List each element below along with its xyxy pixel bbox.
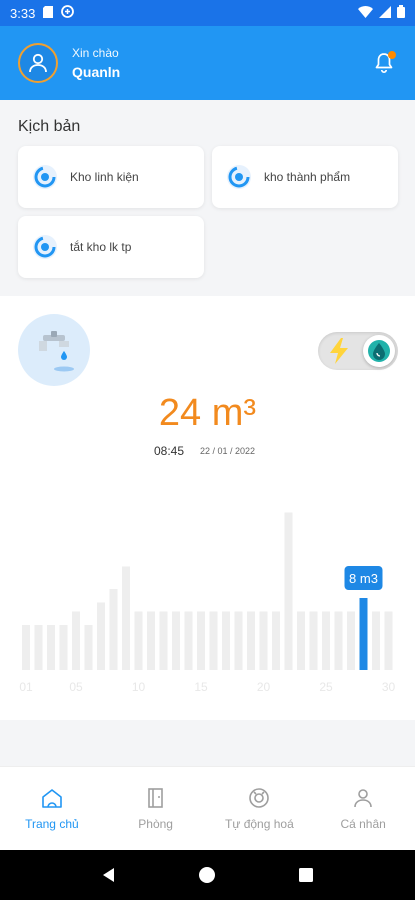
nav-item-profile[interactable]: Cá nhân (311, 767, 415, 850)
chart-bar-07[interactable] (97, 602, 105, 671)
chart-bar-03[interactable] (47, 625, 55, 670)
home-circle-icon[interactable] (198, 866, 216, 884)
chart-bar-04[interactable] (59, 625, 68, 670)
chart-bar-06[interactable] (84, 625, 93, 670)
chart-tick-label: 25 (319, 680, 333, 694)
automation-icon (249, 788, 270, 808)
bottom-navigation: Trang chủ Phòng Tự động hoá Cá nhân (0, 766, 415, 850)
recents-icon[interactable] (297, 866, 315, 884)
chart-bar-08[interactable] (109, 589, 118, 670)
home-icon (42, 789, 62, 808)
scenario-card-tat-kho[interactable]: tắt kho lk tp (18, 216, 204, 278)
scenario-icon (227, 165, 251, 189)
chart-bar-19[interactable] (247, 611, 255, 671)
chart-bar-29[interactable] (372, 611, 380, 671)
scenario-card-kho-linh-kien[interactable]: Kho linh kiện (18, 146, 204, 208)
chart-bar-26[interactable] (334, 611, 343, 671)
sync-icon (61, 5, 75, 21)
chart-bar-12[interactable] (159, 611, 168, 671)
chart-bar-09[interactable] (122, 566, 130, 671)
chart-bar-01[interactable] (22, 625, 30, 670)
scenarios-section: Kịch bản Kho linh kiện kho thành phẩm tắ… (0, 100, 415, 296)
signal-icon (379, 5, 391, 21)
chart-bar-23[interactable] (297, 611, 305, 671)
chart-bar-05[interactable] (72, 611, 80, 671)
chart-bar-17[interactable] (222, 611, 230, 671)
status-bar: 3:33 (0, 0, 415, 26)
water-consumption-panel: 24 m³ 08:45 22 / 01 / 2022 8 m3 01 05 10 15 2… (0, 296, 415, 720)
chart-tick-label: 05 (69, 680, 83, 694)
lightning-icon (330, 338, 348, 364)
chart-bar-16[interactable] (209, 611, 218, 671)
scenarios-title: Kịch bản (18, 118, 81, 135)
chart-bar-20[interactable] (259, 611, 268, 671)
avatar[interactable] (18, 43, 58, 83)
chart-bar-14[interactable] (184, 611, 193, 671)
scenario-card-kho-thanh-pham[interactable]: kho thành phẩm (212, 146, 398, 208)
scenario-icon (33, 235, 57, 259)
water-faucet-icon (18, 314, 90, 386)
nav-label: Trang chủ (25, 817, 79, 831)
chart-tooltip-label: 8 m3 (349, 571, 378, 586)
door-icon (147, 788, 163, 808)
chart-bar-13[interactable] (172, 611, 180, 671)
chart-tick-label: 15 (194, 680, 208, 694)
nav-label: Phòng (138, 817, 173, 831)
chart-bar-10[interactable] (134, 611, 143, 671)
nav-item-home[interactable]: Trang chủ (0, 767, 104, 850)
system-nav-bar (0, 850, 415, 900)
chart-tick-label: 10 (132, 680, 146, 694)
nav-item-automation[interactable]: Tự động hoá (208, 767, 312, 850)
chart-bar-18[interactable] (234, 611, 243, 671)
nav-label: Tự động hoá (225, 817, 294, 831)
greeting-text: Xin chào (72, 46, 119, 60)
chart-tick-label: 01 (19, 680, 33, 694)
chart-bar-11[interactable] (147, 611, 155, 671)
greeting-block: Xin chào Quanln (72, 46, 120, 80)
chart-bar-25[interactable] (322, 611, 330, 671)
scenario-label: Kho linh kiện (70, 170, 139, 184)
chart-tick-label: 30 (382, 680, 396, 694)
scenario-icon (33, 165, 57, 189)
chart-bar-27[interactable] (347, 611, 355, 671)
chart-bar-28[interactable] (359, 598, 368, 670)
chart-bar-21[interactable] (272, 611, 280, 671)
scenario-label: kho thành phẩm (264, 170, 351, 184)
notification-button[interactable] (371, 50, 397, 76)
username: Quanln (72, 64, 121, 80)
chart-bar-15[interactable] (197, 611, 205, 671)
consumption-time: 08:45 (154, 444, 185, 458)
daily-consumption-chart[interactable]: 8 m3 01 05 10 15 20 25 30 (0, 486, 415, 696)
scenario-label: tắt kho lk tp (70, 240, 132, 254)
wifi-icon (358, 5, 373, 21)
back-icon[interactable] (100, 866, 118, 884)
user-icon (29, 53, 47, 73)
app-header: Xin chào Quanln (0, 26, 415, 100)
consumption-value: 24 m³ (158, 392, 257, 434)
battery-icon (397, 5, 405, 21)
chart-bar-30[interactable] (384, 611, 393, 671)
nav-label: Cá nhân (340, 817, 386, 831)
water-drop-icon (368, 340, 390, 362)
mode-toggle[interactable] (318, 332, 398, 370)
chart-bar-24[interactable] (309, 611, 318, 671)
person-icon (354, 789, 372, 808)
chart-bar-02[interactable] (34, 625, 43, 670)
status-time: 3:33 (10, 5, 36, 21)
notification-badge (388, 51, 396, 59)
nav-item-room[interactable]: Phòng (104, 767, 208, 850)
chart-tick-label: 20 (257, 680, 271, 694)
toggle-knob (363, 335, 395, 367)
sd-card-icon (43, 5, 54, 21)
consumption-date: 22 / 01 / 2022 (200, 446, 256, 456)
chart-bar-22[interactable] (284, 512, 293, 671)
